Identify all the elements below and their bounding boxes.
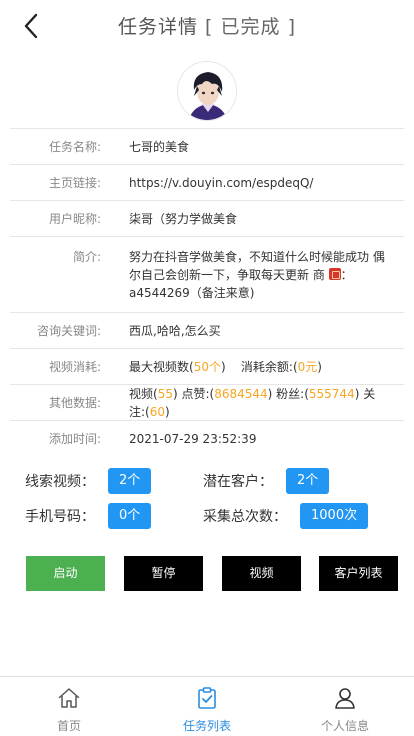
intro-label: 简介:	[72, 250, 101, 264]
page-title: 任务详情 [ 已完成 ]	[0, 12, 414, 39]
intro-colon: ：	[340, 268, 353, 282]
added-time-label: 添加时间:	[48, 432, 101, 446]
row-intro: 简介: 努力在抖音学做美食，不知道什么时候能成功 偶尔自己会创新一下，争取每天更…	[10, 236, 404, 312]
max-videos-value: 50个	[193, 359, 221, 374]
pause-button[interactable]: 暂停	[124, 556, 203, 591]
bottom-tab-bar: 首页 任务列表 个人信息	[0, 676, 414, 736]
lead-videos-label: 线索视频：	[25, 474, 95, 490]
follows-count: 60	[149, 404, 166, 419]
home-icon	[58, 688, 80, 708]
balance-value: 0元	[297, 359, 318, 374]
phone-badge[interactable]: 0个	[108, 503, 152, 529]
tab-task-list-label: 任务列表	[182, 719, 231, 733]
keywords-value: 西瓜,哈哈,怎么买	[129, 323, 221, 338]
avatar-image	[178, 62, 236, 120]
row-task-name: 任务名称: 七哥的美食	[10, 128, 404, 164]
row-nickname: 用户昵称: 柒哥（努力学做美食	[10, 200, 404, 236]
likes-count: 8684544	[214, 386, 268, 401]
homepage-label: 主页链接:	[48, 176, 101, 190]
potential-badge[interactable]: 2个	[286, 468, 330, 494]
status-bracket-open: [	[205, 16, 214, 38]
tab-profile-label: 个人信息	[320, 719, 369, 733]
stat-collect: 采集总次数： 1000次	[203, 503, 369, 529]
row-other-data: 其他数据: 视频(55) 点赞:(8684544) 粉丝:(555744) 关注…	[10, 384, 404, 420]
shop-icon	[328, 268, 341, 280]
intro-value: 努力在抖音学做美食，不知道什么时候能成功 偶尔自己会创新一下，争取每天更新 商 …	[129, 248, 391, 302]
stat-phone: 手机号码： 0个	[25, 503, 152, 529]
homepage-link[interactable]: https://v.douyin.com/espdeqQ/	[129, 174, 391, 192]
videos-count: 55	[157, 386, 173, 401]
stat-potential: 潜在客户： 2个	[203, 468, 330, 494]
lead-videos-badge[interactable]: 2个	[108, 468, 152, 494]
customer-list-button[interactable]: 客户列表	[319, 556, 398, 591]
user-icon	[335, 688, 355, 709]
collect-badge[interactable]: 1000次	[300, 503, 369, 529]
action-bar: 启动 暂停 视频 客户列表	[0, 556, 414, 591]
nickname-value: 柒哥（努力学做美食	[129, 211, 238, 226]
videos-prefix: 视频(	[129, 386, 158, 401]
phone-label: 手机号码：	[25, 509, 95, 525]
tab-home[interactable]: 首页	[0, 677, 138, 736]
tab-profile[interactable]: 个人信息	[276, 677, 414, 736]
consumption-value: 最大视频数(50个) 消耗余额:(0元)	[129, 358, 391, 376]
follows-suffix: )	[165, 404, 170, 419]
collect-label: 采集总次数：	[203, 509, 287, 525]
consumption-label: 视频消耗:	[48, 360, 101, 374]
fans-prefix: ) 粉丝:(	[267, 386, 309, 401]
fans-count: 555744	[308, 386, 355, 401]
row-consumption: 视频消耗: 最大视频数(50个) 消耗余额:(0元)	[10, 348, 404, 384]
balance-prefix: 消耗余额:(	[240, 359, 298, 374]
page-title-text: 任务详情	[117, 16, 198, 38]
row-homepage: 主页链接: https://v.douyin.com/espdeqQ/	[10, 164, 404, 200]
added-time-value: 2021-07-29 23:52:39	[129, 431, 257, 446]
status-text: 已完成	[220, 16, 281, 38]
intro-contact: a4544269（备注来意)	[129, 286, 255, 300]
task-name-label: 任务名称:	[48, 140, 101, 154]
other-data-value: 视频(55) 点赞:(8684544) 粉丝:(555744) 关注:(60)	[129, 385, 391, 421]
header: 任务详情 [ 已完成 ]	[0, 0, 414, 52]
max-videos-suffix: )	[220, 359, 226, 374]
tab-task-list[interactable]: 任务列表	[138, 677, 276, 736]
task-name-value: 七哥的美食	[129, 139, 190, 154]
video-button[interactable]: 视频	[222, 556, 301, 591]
stat-lead-videos: 线索视频： 2个	[25, 468, 152, 494]
task-info: 任务名称: 七哥的美食 主页链接: https://v.douyin.com/e…	[10, 128, 404, 456]
row-keywords: 咨询关键词: 西瓜,哈哈,怎么买	[10, 312, 404, 348]
balance-suffix: )	[317, 359, 322, 374]
status-bracket-close: ]	[287, 16, 296, 38]
max-videos-prefix: 最大视频数(	[129, 359, 194, 374]
status-badge: [ 已完成 ]	[205, 16, 296, 38]
avatar	[177, 61, 237, 121]
potential-label: 潜在客户：	[203, 474, 273, 490]
keywords-label: 咨询关键词:	[36, 324, 101, 338]
nickname-label: 用户昵称:	[48, 212, 101, 226]
start-button[interactable]: 启动	[26, 556, 105, 591]
tab-home-label: 首页	[56, 719, 81, 733]
row-added-time: 添加时间: 2021-07-29 23:52:39	[10, 420, 404, 456]
likes-prefix: ) 点赞:(	[172, 386, 215, 401]
other-data-label: 其他数据:	[48, 396, 101, 410]
clipboard-check-icon	[198, 687, 216, 709]
